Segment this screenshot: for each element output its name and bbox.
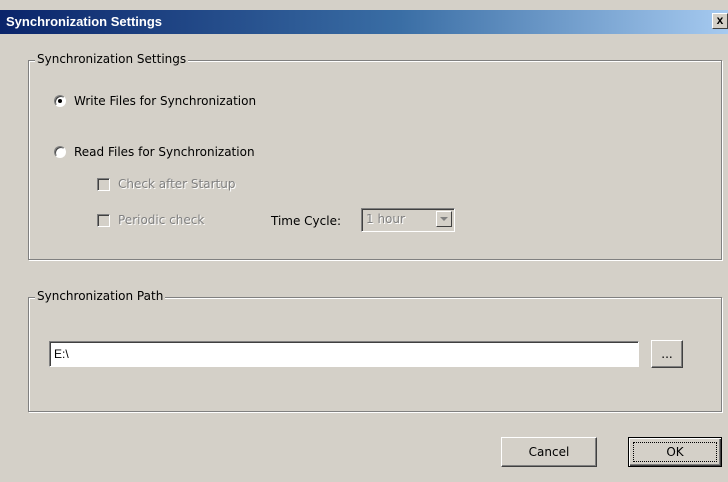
cancel-button[interactable]: Cancel	[501, 437, 597, 467]
time-cycle-dropdown[interactable]: 1 hour	[361, 208, 455, 232]
time-cycle-label: Time Cycle:	[271, 214, 342, 228]
check-after-startup-label: Check after Startup	[118, 177, 236, 191]
close-button[interactable]: x	[712, 13, 728, 29]
ok-focus-ring	[633, 442, 717, 462]
write-files-radio[interactable]	[54, 95, 66, 107]
browse-button-label: ...	[661, 347, 673, 361]
sync-settings-group: Synchronization Settings Write Files for…	[28, 52, 722, 260]
sync-path-group: Synchronization Path ...	[28, 289, 722, 412]
read-files-option[interactable]: Read Files for Synchronization	[54, 145, 255, 159]
sync-settings-dialog: Synchronization Settings x Synchronizati…	[0, 0, 728, 482]
close-icon: x	[716, 13, 724, 27]
check-after-startup-checkbox[interactable]	[97, 177, 110, 191]
ok-button[interactable]: OK	[628, 437, 722, 467]
sync-path-group-title: Synchronization Path	[35, 289, 166, 303]
read-files-radio[interactable]	[54, 146, 66, 158]
sync-settings-group-title: Synchronization Settings	[35, 52, 189, 66]
check-after-startup-option[interactable]: Check after Startup	[97, 177, 235, 191]
periodic-check-label: Periodic check	[118, 213, 205, 227]
time-cycle-value: 1 hour	[366, 212, 405, 226]
write-files-label: Write Files for Synchronization	[74, 94, 257, 108]
write-files-option[interactable]: Write Files for Synchronization	[54, 94, 256, 108]
chevron-down-icon[interactable]	[436, 211, 452, 227]
browse-button[interactable]: ...	[651, 340, 683, 368]
title-bar[interactable]: Synchronization Settings x	[0, 10, 728, 34]
read-files-label: Read Files for Synchronization	[74, 145, 255, 159]
periodic-check-checkbox[interactable]	[97, 213, 110, 227]
cancel-button-label: Cancel	[528, 445, 570, 459]
periodic-check-option[interactable]: Periodic check	[97, 213, 204, 227]
sync-path-input[interactable]	[49, 341, 639, 367]
window-title: Synchronization Settings	[6, 14, 163, 29]
